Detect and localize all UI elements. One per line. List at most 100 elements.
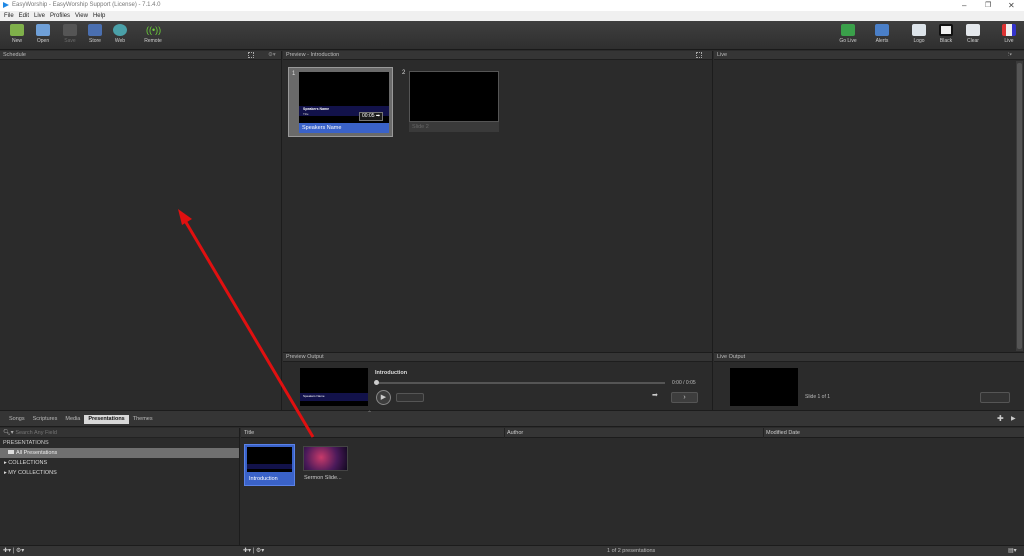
- add-menu-icon[interactable]: ✚▾ | ⚙▾: [243, 546, 264, 556]
- open-button[interactable]: Open: [30, 24, 56, 44]
- tab-media[interactable]: Media: [61, 415, 84, 424]
- presentation-item[interactable]: Sermon Slide...: [299, 444, 350, 486]
- progress-handle[interactable]: [374, 380, 379, 385]
- save-icon: [63, 24, 77, 36]
- slide-inner-sub: Title: [303, 112, 309, 116]
- slide-number: 1: [292, 71, 296, 77]
- layout-grid-icon[interactable]: [696, 52, 702, 58]
- menu-view[interactable]: View: [75, 13, 88, 19]
- black-button[interactable]: Black: [933, 24, 959, 44]
- add-icon[interactable]: ✚: [997, 414, 1004, 423]
- menu-profiles[interactable]: Profiles: [50, 13, 70, 19]
- remote-button[interactable]: ((•)) Remote: [140, 24, 166, 44]
- schedule-header: Schedule ⚙▾: [0, 51, 281, 60]
- search-icon: 🔍︎▾: [3, 430, 14, 436]
- title-bar: EasyWorship - EasyWorship Support (Licen…: [0, 0, 1024, 11]
- remote-icon: ((•)): [146, 25, 162, 35]
- preview-output-time: 0:00 / 0:05: [672, 380, 696, 386]
- close-icon[interactable]: ✕: [1008, 0, 1015, 11]
- live-header: Live ⫶▾: [714, 51, 1024, 60]
- gear-icon[interactable]: ⚙▾: [268, 51, 276, 60]
- play-icon[interactable]: ▶: [1011, 415, 1016, 422]
- tab-themes[interactable]: Themes: [129, 415, 157, 424]
- menu-bar: File Edit Live Profiles View Help: [0, 11, 1024, 21]
- schedule-panel: Schedule ⚙▾: [0, 51, 282, 410]
- arrow-right-icon[interactable]: ➡: [652, 391, 658, 399]
- slide-thumbnail[interactable]: 1 Speakers Name Title 00:05 ➡ Speakers N…: [288, 67, 393, 137]
- black-icon: [939, 24, 953, 36]
- play-button[interactable]: ▶: [376, 390, 391, 405]
- layout-grid-icon[interactable]: [248, 52, 254, 58]
- new-icon: [10, 24, 24, 36]
- live-title: Live: [717, 52, 728, 58]
- go-live-button[interactable]: Go Live: [835, 24, 861, 44]
- library-sidebar: 🔍︎▾ PRESENTATIONS All Presentations ▸ CO…: [0, 428, 240, 545]
- scrollbar[interactable]: [1016, 61, 1023, 351]
- slide-thumbnail[interactable]: 2 Slide 2: [399, 67, 502, 137]
- alerts-button[interactable]: Alerts: [869, 24, 895, 44]
- clear-button[interactable]: Clear: [960, 24, 986, 44]
- column-title[interactable]: Title: [244, 428, 254, 438]
- restore-icon[interactable]: ❐: [985, 0, 991, 11]
- new-button[interactable]: New: [4, 24, 30, 44]
- tab-songs[interactable]: Songs: [5, 415, 29, 424]
- menu-file[interactable]: File: [4, 13, 14, 19]
- search-box[interactable]: 🔍︎▾: [0, 428, 239, 438]
- column-author[interactable]: Author: [504, 428, 523, 438]
- prev-button[interactable]: [396, 393, 424, 402]
- slide-image: Speakers Name Title 00:05 ➡: [299, 72, 389, 123]
- tree-item-my-collections[interactable]: ▸ MY COLLECTIONS: [0, 468, 239, 478]
- presentation-thumbnail: [247, 447, 292, 472]
- layout-list-icon[interactable]: ⫶▾: [1008, 51, 1012, 60]
- presentation-title: Sermon Slide...: [304, 475, 342, 481]
- status-text: 1 of 2 presentations: [607, 548, 656, 554]
- add-menu-icon[interactable]: ✚▾ | ⚙▾: [3, 546, 24, 556]
- column-modified[interactable]: Modified Date: [763, 428, 800, 438]
- arrow-right-icon: ➡: [375, 113, 381, 119]
- search-input[interactable]: [15, 430, 216, 436]
- logo-icon: [912, 24, 926, 36]
- web-button[interactable]: Web: [107, 24, 133, 44]
- presentation-title: Introduction: [249, 476, 278, 482]
- live-panel: Live ⫶▾: [714, 51, 1024, 352]
- preview-output-panel: Preview Output Speakers Name Introductio…: [283, 352, 713, 410]
- preview-output-header: Preview Output: [283, 353, 712, 362]
- tab-presentations[interactable]: Presentations: [84, 415, 129, 424]
- tree-item-all-presentations[interactable]: All Presentations: [0, 448, 239, 458]
- menu-edit[interactable]: Edit: [19, 13, 29, 19]
- alerts-icon: [875, 24, 889, 36]
- view-toggle-icon[interactable]: ▤▾: [1008, 546, 1017, 556]
- live-nav-buttons[interactable]: [980, 392, 1010, 403]
- slide-label: Slide 2: [409, 122, 499, 132]
- progress-track[interactable]: [375, 382, 665, 384]
- preview-output-screen: Speakers Name: [300, 368, 368, 406]
- live-icon: [1002, 24, 1016, 36]
- clear-icon: [966, 24, 980, 36]
- scrollbar-thumb[interactable]: [1017, 63, 1022, 349]
- menu-live[interactable]: Live: [34, 13, 45, 19]
- folder-icon: [8, 450, 14, 454]
- library-tabs-bar: Songs Scriptures Media Presentations Themes …: [0, 410, 1024, 427]
- tab-scriptures[interactable]: Scriptures: [29, 415, 62, 424]
- slide-inner-title: Speakers Name: [303, 107, 330, 111]
- store-icon: [88, 24, 102, 36]
- tree-item-collections[interactable]: ▸ COLLECTIONS: [0, 458, 239, 468]
- slide-image: [409, 71, 499, 122]
- collapse-icon[interactable]: ⌃: [367, 410, 372, 417]
- logo-button[interactable]: Logo: [906, 24, 932, 44]
- tree-header: PRESENTATIONS: [3, 440, 49, 446]
- library-main: Title Author Modified Date Introduction …: [241, 428, 1024, 545]
- save-button[interactable]: Save: [57, 24, 83, 44]
- live-button[interactable]: Live: [996, 24, 1022, 44]
- next-slide-button[interactable]: ›: [671, 392, 698, 403]
- preview-output-name: Introduction: [375, 370, 408, 376]
- presentation-item[interactable]: Introduction: [244, 444, 295, 486]
- live-output-screen: [730, 368, 798, 406]
- open-icon: [36, 24, 50, 36]
- slide-label: Speakers Name: [299, 123, 389, 133]
- menu-help[interactable]: Help: [93, 13, 105, 19]
- live-slide-info: Slide 1 of 1: [805, 394, 831, 400]
- column-headers: Title Author Modified Date: [241, 428, 1024, 438]
- store-button[interactable]: Store: [82, 24, 108, 44]
- minimize-icon[interactable]: –: [962, 0, 966, 11]
